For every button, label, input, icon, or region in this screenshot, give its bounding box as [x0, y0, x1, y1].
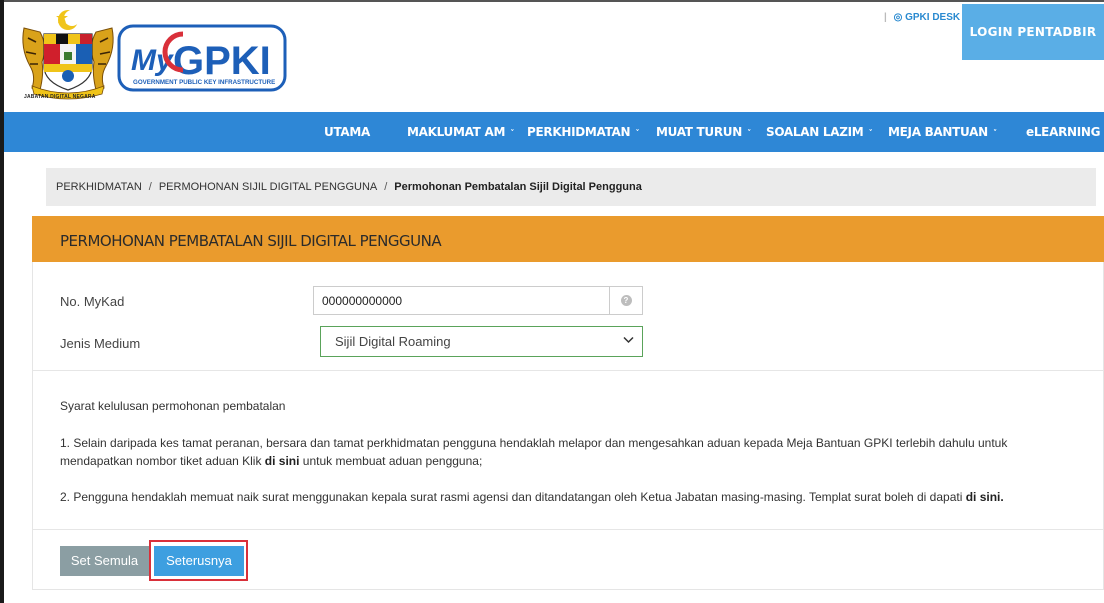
chevron-down-icon: ˅: [747, 129, 752, 139]
nav-item-muat-turun[interactable]: MUAT TURUN ˅: [656, 112, 752, 152]
terms-item-1: 1. Selain daripada kes tamat peranan, be…: [60, 434, 1090, 470]
topbar-separator: |: [884, 12, 887, 23]
terms-heading: Syarat kelulusan permohonan pembatalan: [60, 399, 286, 413]
mykad-label: No. MyKad: [60, 294, 125, 309]
main-nav: UTAMA MAKLUMAT AM ˅ PERKHIDMATAN ˅ MUAT TU…: [4, 112, 1104, 152]
coat-caption: JABATAN DIGITAL NEGARA: [24, 94, 96, 100]
terms-text: 2. Pengguna hendaklah memuat naik surat …: [60, 490, 966, 504]
nav-label: eLEARNING: [1026, 125, 1101, 139]
divider: [33, 529, 1103, 530]
gpki-desk-link[interactable]: | ◎ GPKI DESK: [884, 12, 960, 23]
jenis-medium-label: Jenis Medium: [60, 336, 141, 351]
nav-item-maklumat-am[interactable]: MAKLUMAT AM ˅: [407, 112, 515, 152]
breadcrumb-current: Permohonan Pembatalan Sijil Digital Peng…: [394, 181, 642, 193]
chevron-down-icon: ˅: [868, 129, 873, 139]
terms-item-1-line-1: 1. Selain daripada kes tamat peranan, be…: [60, 436, 1008, 450]
chevron-down-icon: [623, 327, 634, 356]
terms-item-1-line-2: mendapatkan nombor tiket aduan Klik di s…: [60, 452, 1090, 470]
terms-item-2: 2. Pengguna hendaklah memuat naik surat …: [60, 488, 1090, 506]
login-pentadbir-button[interactable]: LOGIN PENTADBIR: [962, 4, 1104, 60]
divider: [33, 370, 1103, 371]
page-title: PERMOHONAN PEMBATALAN SIJIL DIGITAL PENG…: [60, 232, 442, 250]
coat-of-arms-logo: [22, 10, 114, 100]
mykad-input[interactable]: [314, 287, 610, 314]
breadcrumb-separator: /: [384, 181, 388, 193]
svg-text:GPKI: GPKI: [173, 39, 271, 83]
globe-icon: ◎: [893, 12, 903, 23]
question-icon[interactable]: ?: [620, 295, 632, 306]
nav-label: PERKHIDMATAN: [527, 125, 631, 139]
chevron-down-icon: ˅: [510, 129, 515, 139]
set-semula-button[interactable]: Set Semula: [60, 546, 149, 576]
site-header: JABATAN DIGITAL NEGARA My GPKI GOVERNMEN…: [4, 2, 1104, 110]
mygpki-logo[interactable]: My GPKI GOVERNMENT PUBLIC KEY INFRASTRUC…: [117, 24, 287, 92]
aduan-link[interactable]: di sini: [265, 454, 300, 468]
breadcrumb-separator: /: [148, 181, 152, 193]
breadcrumb-item-permohonan[interactable]: PERMOHONAN SIJIL DIGITAL PENGGUNA: [159, 181, 377, 193]
nav-label: MUAT TURUN: [656, 125, 742, 139]
svg-text:GOVERNMENT PUBLIC KEY INFRASTR: GOVERNMENT PUBLIC KEY INFRASTRUCTURE: [133, 79, 275, 86]
breadcrumb: PERKHIDMATAN / PERMOHONAN SIJIL DIGITAL PE…: [46, 168, 1096, 206]
jenis-medium-select[interactable]: Sijil Digital Roaming: [320, 326, 643, 357]
templat-link[interactable]: di sini.: [966, 490, 1004, 504]
select-value: Sijil Digital Roaming: [335, 334, 451, 349]
mykad-field-group: ?: [313, 286, 643, 315]
nav-label: SOALAN LAZIM: [766, 125, 864, 139]
terms-text: mendapatkan nombor tiket aduan Klik: [60, 454, 265, 468]
nav-label: UTAMA: [324, 125, 371, 139]
help-addon: ?: [609, 287, 642, 314]
terms-text: untuk membuat aduan pengguna;: [299, 454, 483, 468]
nav-item-soalan-lazim[interactable]: SOALAN LAZIM ˅: [766, 112, 873, 152]
nav-label: MAKLUMAT AM: [407, 125, 506, 139]
nav-item-utama[interactable]: UTAMA: [324, 112, 370, 152]
nav-item-meja-bantuan[interactable]: MEJA BANTUAN ˅: [888, 112, 997, 152]
nav-label: MEJA BANTUAN: [888, 125, 988, 139]
chevron-down-icon: ˅: [992, 129, 998, 139]
nav-item-perkhidmatan[interactable]: PERKHIDMATAN ˅: [527, 112, 640, 152]
gpki-desk-label: GPKI DESK: [905, 12, 961, 23]
chevron-down-icon: ˅: [635, 129, 640, 139]
breadcrumb-item-perkhidmatan[interactable]: PERKHIDMATAN: [56, 181, 142, 193]
highlight-outline: [149, 540, 248, 581]
nav-item-elearning[interactable]: eLEARNING: [1026, 112, 1101, 152]
